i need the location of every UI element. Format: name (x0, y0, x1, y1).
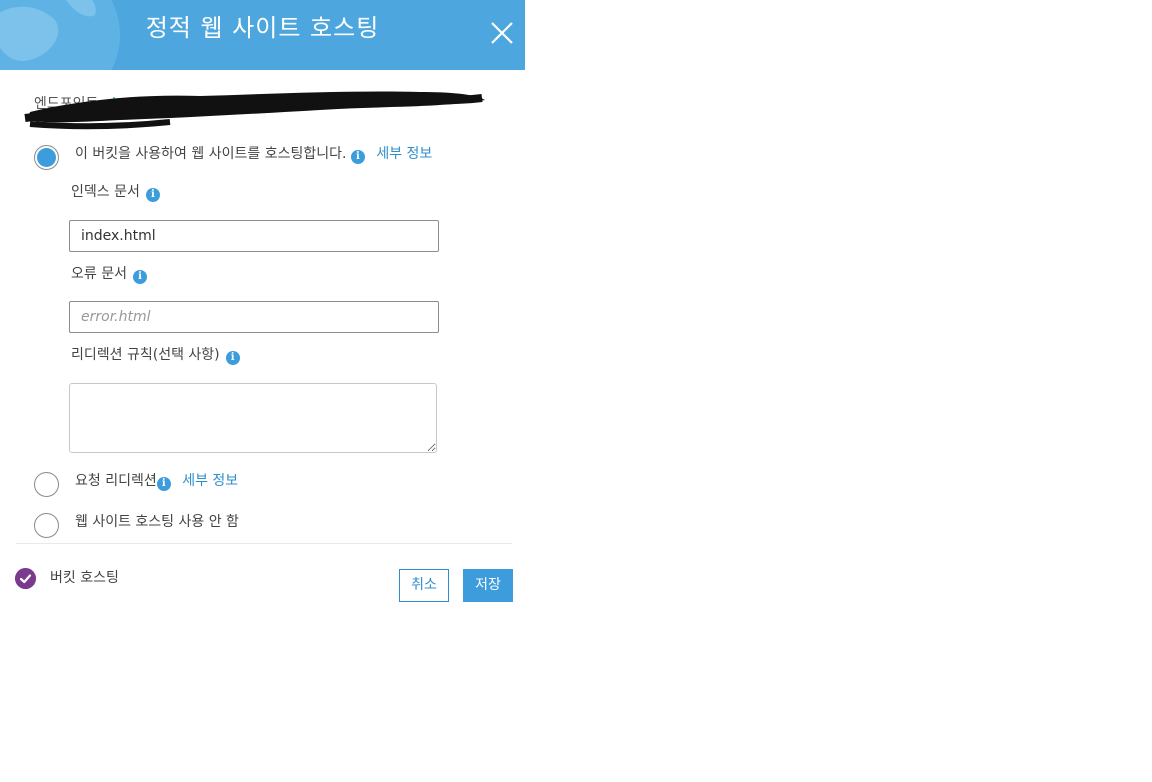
option-redirect-requests-label: 요청 리디렉션 i 세부 정보 (75, 471, 238, 491)
index-document-input[interactable] (69, 220, 439, 252)
radio-disable-hosting[interactable] (34, 513, 59, 538)
option-host-website[interactable]: 이 버킷을 사용하여 웹 사이트를 호스팅합니다. i 세부 정보 (34, 145, 432, 170)
error-document-label: 오류 문서 i (71, 264, 147, 284)
option-disable-hosting-label: 웹 사이트 호스팅 사용 안 함 (75, 514, 239, 530)
redirect-rules-textarea[interactable] (69, 383, 437, 453)
dialog-title: 정적 웹 사이트 호스팅 (145, 14, 380, 42)
index-document-label-text: 인덱스 문서 (71, 184, 140, 200)
info-icon[interactable]: i (350, 150, 365, 164)
more-info-link[interactable]: 세부 정보 (182, 473, 238, 489)
error-document-input[interactable] (69, 301, 439, 333)
radio-redirect-requests[interactable] (34, 472, 59, 497)
radio-host-website[interactable] (34, 145, 59, 170)
divider (16, 543, 512, 544)
redirect-rules-label: 리디렉션 규칙(선택 사항) i (71, 345, 240, 365)
info-icon[interactable]: i (132, 270, 147, 284)
dialog-header: 정적 웹 사이트 호스팅 (0, 0, 525, 70)
error-document-label-text: 오류 문서 (71, 266, 127, 282)
info-icon[interactable]: i (225, 351, 240, 365)
redaction-scribble (24, 91, 485, 130)
close-icon[interactable] (488, 19, 516, 47)
option-redirect-requests[interactable]: 요청 리디렉션 i 세부 정보 (34, 472, 238, 497)
more-info-link[interactable]: 세부 정보 (376, 146, 432, 162)
option-redirect-requests-text: 요청 리디렉션 (75, 473, 157, 489)
static-website-hosting-dialog: 정적 웹 사이트 호스팅 엔드포인트 : ht 이 버킷을 사용하여 웹 사이트… (0, 0, 525, 610)
check-icon (15, 568, 36, 589)
info-icon[interactable]: i (156, 477, 171, 491)
option-host-website-label: 이 버킷을 사용하여 웹 사이트를 호스팅합니다. i 세부 정보 (75, 144, 432, 164)
cancel-button[interactable]: 취소 (399, 569, 449, 602)
info-icon[interactable]: i (145, 188, 160, 202)
bucket-hosting-status: 버킷 호스팅 (50, 570, 119, 586)
redirect-rules-label-text: 리디렉션 규칙(선택 사항) (71, 347, 220, 363)
option-host-website-text: 이 버킷을 사용하여 웹 사이트를 호스팅합니다. (75, 146, 347, 162)
index-document-label: 인덱스 문서 i (71, 182, 160, 202)
save-button[interactable]: 저장 (463, 569, 513, 602)
option-disable-hosting[interactable]: 웹 사이트 호스팅 사용 안 함 (34, 513, 239, 538)
